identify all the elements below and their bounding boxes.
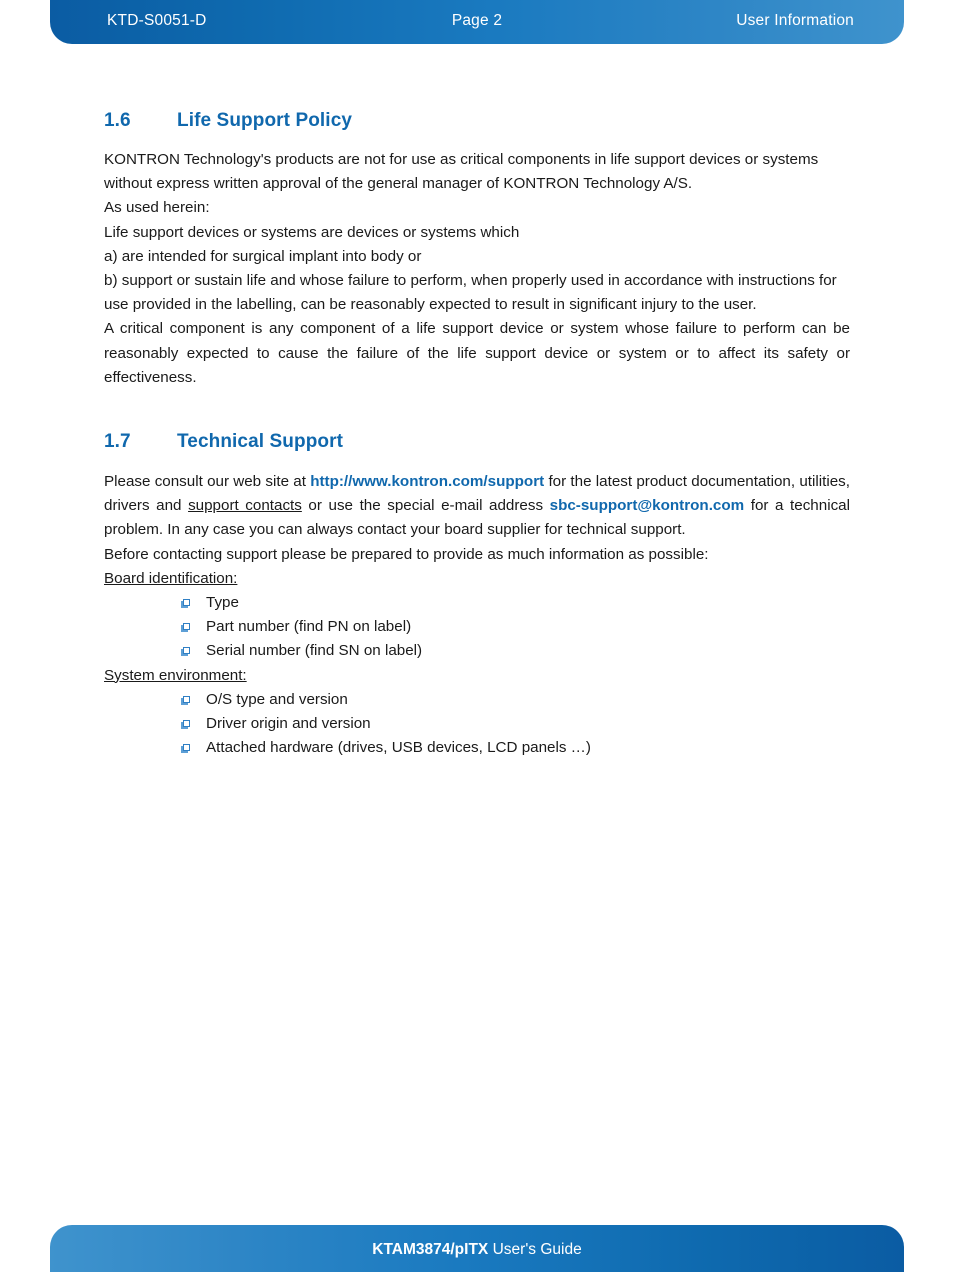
box-bullet-icon [181, 647, 191, 657]
list-item: Driver origin and version [181, 712, 850, 736]
system-environment-label-text: System environment: [104, 666, 247, 684]
box-bullet-icon [181, 599, 191, 609]
kontron-support-website-link[interactable]: http://www.kontron.com/support [310, 473, 544, 490]
life-support-paragraph-3: Life support devices or systems are devi… [104, 223, 520, 241]
life-support-paragraph-5: b) support or sustain life and whose fai… [104, 272, 837, 314]
section-number-1-7: 1.7 [104, 431, 131, 453]
list-item-label: Serial number (find SN on label) [206, 642, 423, 660]
section-title-1-6: Life Support Policy [177, 110, 353, 131]
section-title-1-7: Technical Support [177, 431, 344, 453]
support-contacts-link[interactable]: support contacts [188, 497, 302, 514]
page-content: 1.6 Life Support Policy KONTRON Technolog… [104, 110, 850, 760]
list-item-label: O/S type and version [206, 690, 348, 708]
box-bullet-icon [181, 744, 191, 754]
header-chapter-title: User Information [736, 12, 854, 29]
system-environment-list: O/S type and version Driver origin and v… [104, 688, 850, 761]
box-bullet-icon [181, 720, 191, 730]
system-environment-label: System environment: [104, 664, 850, 688]
section-number-1-6: 1.6 [104, 110, 131, 131]
footer-title: KTAM3874/pITX User's Guide [50, 1241, 904, 1259]
life-support-paragraph-4: a) are intended for surgical implant int… [104, 247, 422, 265]
board-identification-label-text: Board identification: [104, 569, 238, 587]
technical-support-intro-paragraph: Please consult our web site at http://ww… [104, 470, 850, 543]
footer-guide-label: User's Guide [488, 1241, 582, 1258]
prepare-information-line: Before contacting support please be prep… [104, 545, 709, 563]
list-item: Part number (find PN on label) [181, 615, 850, 639]
page-header-band: KTD-S0051-D Page 2 User Information [50, 0, 904, 44]
sbc-support-email-link[interactable]: sbc-support@kontron.com [550, 497, 745, 514]
section-heading-1-7: 1.7 Technical Support [104, 431, 850, 453]
intro-text-part-1: Please consult our web site at [104, 473, 311, 491]
life-support-paragraph-2: As used herein: [104, 199, 210, 217]
board-identification-label: Board identification: [104, 567, 850, 591]
page-footer-band: KTAM3874/pITX User's Guide [50, 1225, 904, 1272]
box-bullet-icon [181, 623, 191, 633]
intro-text-part-3: or use the special e-mail address [301, 497, 550, 515]
list-item-label: Attached hardware (drives, USB devices, … [206, 739, 591, 757]
section-heading-1-6: 1.6 Life Support Policy [104, 110, 850, 132]
box-bullet-icon [181, 695, 191, 706]
list-item: Serial number (find SN on label) [181, 639, 850, 663]
life-support-paragraph-6: A critical component is any component of… [104, 320, 850, 386]
life-support-paragraph-1: KONTRON Technology's products are not fo… [104, 151, 819, 193]
footer-product-name: KTAM3874/pITX [372, 1241, 489, 1258]
list-item: Attached hardware (drives, USB devices, … [181, 736, 850, 760]
board-identification-list: Type Part number (find PN on label) Seri… [104, 591, 850, 664]
list-item: O/S type and version [181, 688, 850, 712]
list-item-label: Driver origin and version [206, 715, 371, 733]
list-item: Type [181, 591, 850, 615]
list-item-label: Part number (find PN on label) [206, 618, 412, 636]
list-item-label: Type [206, 594, 239, 612]
